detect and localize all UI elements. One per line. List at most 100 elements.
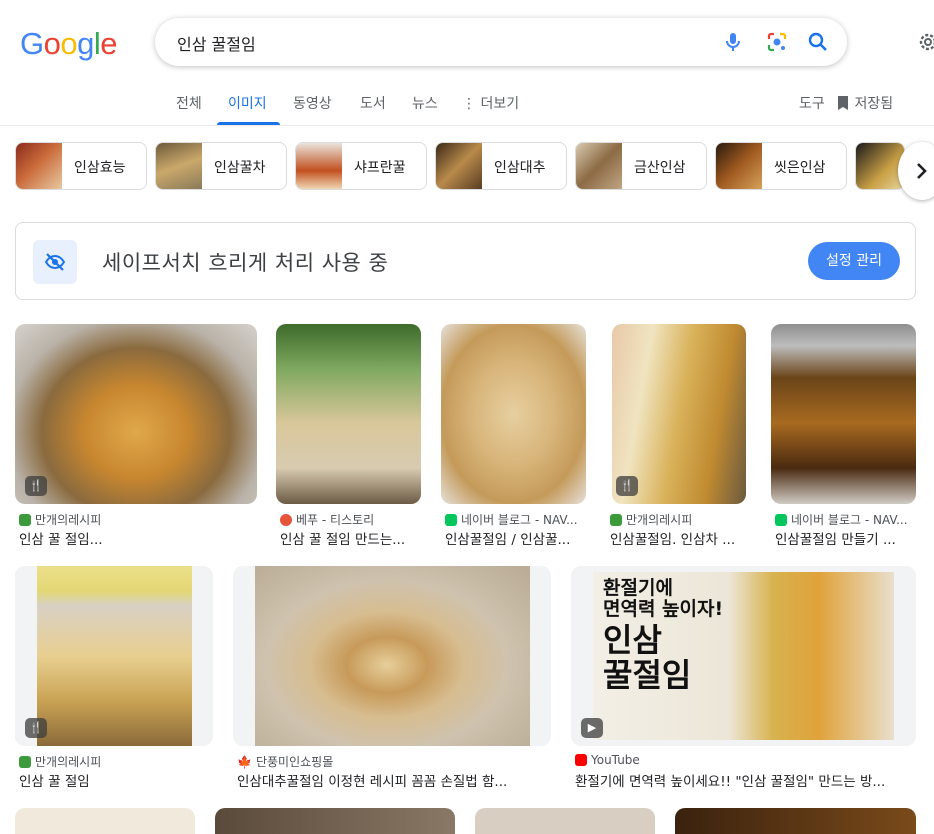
image-result[interactable] [475, 808, 655, 834]
result-thumbnail[interactable] [771, 324, 916, 504]
source-label: 네이버 블로그 - NAV... [461, 513, 578, 527]
image-result[interactable] [15, 808, 195, 834]
image-result[interactable]: 네이버 블로그 - NAV... 인삼꿀절임 / 인삼꿀... [441, 324, 586, 549]
result-source[interactable]: 네이버 블로그 - NAV... [445, 511, 578, 528]
tab-videos[interactable]: 동영상 [293, 93, 332, 113]
result-source[interactable]: 만개의레시피 [19, 753, 101, 770]
manage-settings-button[interactable]: 설정 관리 [808, 242, 900, 280]
chip-related-search[interactable]: 씻은인삼 [715, 142, 847, 190]
chip-thumbnail [296, 143, 342, 189]
site-favicon [775, 513, 787, 526]
recipe-icon: 🍴 [616, 476, 638, 496]
result-thumbnail-frame[interactable] [233, 566, 551, 746]
result-thumbnail[interactable] [215, 808, 455, 834]
chip-thumbnail [716, 143, 762, 189]
result-title[interactable]: 인삼 꿀 절임 만드는... [280, 528, 425, 548]
chip-label: 금산인삼 [634, 160, 686, 176]
source-label: 베푸 - 티스토리 [296, 513, 375, 527]
chips-next-button[interactable] [898, 142, 934, 200]
site-favicon [280, 513, 292, 526]
lens-icon[interactable] [765, 30, 789, 54]
source-label: 만개의레시피 [35, 513, 102, 527]
site-favicon [19, 755, 31, 768]
result-source[interactable]: 만개의레시피 [19, 511, 101, 528]
chip-label: 인삼꿀차 [214, 160, 266, 176]
result-title[interactable]: 인삼 꿀 절임 [19, 770, 217, 790]
source-label: 단풍미인쇼핑몰 [255, 755, 334, 769]
image-result[interactable]: 환절기에 면역력 높이자! 인삼 꿀절임 ▶ YouTube 환절기에 면역력 … [571, 566, 916, 791]
result-thumbnail[interactable] [255, 566, 530, 746]
tab-saved[interactable]: 저장됨 [836, 93, 893, 113]
chip-thumbnail [156, 143, 202, 189]
result-thumbnail[interactable] [276, 324, 421, 504]
search-box[interactable]: 인삼 꿀절임 [155, 18, 847, 66]
source-label: 네이버 블로그 - NAV... [791, 513, 908, 527]
result-title[interactable]: 인삼꿀절임 만들기 ... [775, 528, 920, 548]
microphone-icon[interactable] [721, 30, 745, 54]
source-label: 만개의레시피 [35, 755, 102, 769]
result-source[interactable]: 🍁 단풍미인쇼핑몰 [237, 753, 333, 770]
site-favicon [610, 513, 622, 526]
result-thumbnail[interactable] [37, 566, 192, 746]
chip-label: 샤프란꿀 [354, 160, 406, 176]
source-label: 만개의레시피 [626, 513, 693, 527]
chip-thumbnail [576, 143, 622, 189]
gear-icon[interactable] [916, 30, 934, 54]
chip-thumbnail [436, 143, 482, 189]
more-vert-icon: ⋮ [462, 96, 481, 112]
google-logo[interactable]: Google [20, 26, 118, 62]
image-result[interactable] [675, 808, 916, 834]
result-thumbnail[interactable] [475, 808, 655, 834]
image-result[interactable] [215, 808, 455, 834]
overlay-line: 인삼 [603, 620, 662, 659]
result-source[interactable]: 네이버 블로그 - NAV... [775, 511, 908, 528]
youtube-icon [575, 754, 587, 766]
image-result[interactable]: 🍴 만개의레시피 인삼 꿀 절임 [15, 566, 213, 791]
result-source[interactable]: 만개의레시피 [610, 511, 692, 528]
result-title[interactable]: 인삼대추꿀절임 이정현 레시피 꼼꼼 손질법 함... [237, 770, 551, 790]
result-thumbnail[interactable] [675, 808, 916, 834]
tab-books[interactable]: 도서 [360, 93, 386, 113]
result-title[interactable]: 환절기에 면역력 높이세요!! "인삼 꿀절임" 만드는 방... [575, 770, 915, 790]
overlay-line: 면역력 높이자! [603, 598, 724, 621]
image-result[interactable]: 🍁 단풍미인쇼핑몰 인삼대추꿀절임 이정현 레시피 꼼꼼 손질법 함... [233, 566, 551, 791]
safesearch-banner: 세이프서치 흐리게 처리 사용 중 설정 관리 [15, 222, 916, 300]
overlay-line: 환절기에 [603, 577, 673, 599]
tab-more-label: 더보기 [480, 96, 520, 112]
result-thumbnail[interactable] [15, 324, 257, 504]
image-result[interactable]: 네이버 블로그 - NAV... 인삼꿀절임 만들기 ... [771, 324, 916, 549]
result-thumbnail[interactable] [15, 808, 195, 834]
chip-related-search[interactable]: 인삼대추 [435, 142, 567, 190]
source-label: YouTube [591, 753, 640, 767]
search-input[interactable]: 인삼 꿀절임 [177, 31, 256, 55]
bookmark-icon [838, 96, 848, 110]
chip-related-search[interactable]: 샤프란꿀 [295, 142, 427, 190]
result-thumbnail[interactable] [441, 324, 586, 504]
image-result[interactable]: 🍴 만개의레시피 인삼 꿀 절임... [15, 324, 257, 549]
search-icon[interactable] [806, 30, 830, 54]
recipe-icon: 🍴 [25, 718, 47, 738]
result-title[interactable]: 인삼 꿀 절임... [19, 528, 255, 548]
image-result[interactable]: 베푸 - 티스토리 인삼 꿀 절임 만드는... [276, 324, 421, 549]
search-tabs: 전체 이미지 동영상 도서 뉴스 ⋮ 더보기 도구 저장됨 [0, 80, 934, 126]
tab-news[interactable]: 뉴스 [412, 93, 438, 113]
chip-related-search[interactable]: 인삼효능 [15, 142, 147, 190]
image-result[interactable]: 🍴 만개의레시피 인삼꿀절임. 인삼차 ... [606, 324, 751, 549]
chip-label: 인삼효능 [74, 160, 126, 176]
result-source[interactable]: YouTube [575, 753, 640, 767]
result-thumbnail[interactable]: 환절기에 면역력 높이자! 인삼 꿀절임 [593, 572, 894, 740]
site-favicon [19, 513, 31, 526]
recipe-icon: 🍴 [25, 476, 47, 496]
tab-all[interactable]: 전체 [176, 93, 202, 113]
result-title[interactable]: 인삼꿀절임 / 인삼꿀... [445, 528, 590, 548]
tab-tools[interactable]: 도구 [799, 93, 825, 113]
tab-more[interactable]: ⋮ 더보기 [462, 93, 519, 113]
tab-images[interactable]: 이미지 [228, 93, 267, 113]
thumbnail-overlay-text: 환절기에 면역력 높이자! 인삼 꿀절임 [603, 577, 724, 694]
chip-related-search[interactable]: 인삼꿀차 [155, 142, 287, 190]
result-title[interactable]: 인삼꿀절임. 인삼차 ... [610, 528, 755, 548]
eye-off-icon [33, 240, 77, 284]
chip-related-search[interactable]: 금산인삼 [575, 142, 707, 190]
result-thumbnail-frame[interactable]: 환절기에 면역력 높이자! 인삼 꿀절임 [571, 566, 916, 746]
result-source[interactable]: 베푸 - 티스토리 [280, 511, 374, 528]
